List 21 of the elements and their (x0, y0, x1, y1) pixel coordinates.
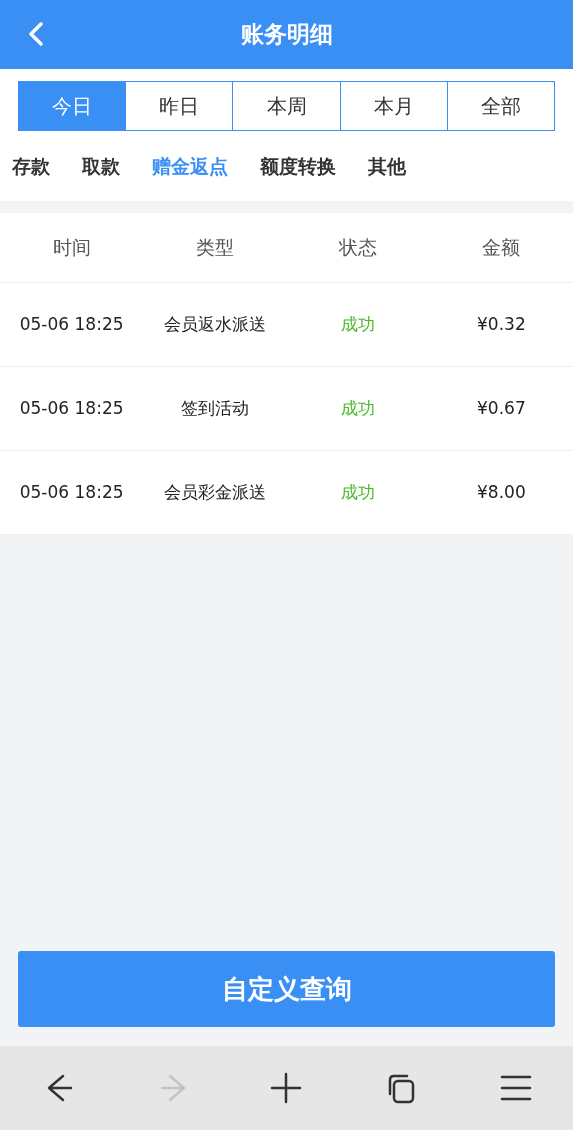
table-cell-text: ¥0.67 (477, 396, 526, 420)
table-cell-text: 会员彩金派送 (163, 480, 266, 504)
category-tab[interactable]: 其他 (368, 151, 406, 181)
table-cell-text: ¥8.00 (477, 480, 526, 504)
table-cell-text: 05-06 18:25 (19, 312, 124, 336)
status-text: 成功 (341, 480, 376, 504)
table-cell-text: 会员返水派送 (163, 312, 266, 336)
column-header: 金额 (482, 235, 521, 261)
table-cell-text: 05-06 18:25 (19, 480, 124, 504)
page-title: 账务明细 (240, 20, 333, 50)
column-header: 状态 (339, 235, 378, 261)
category-tab[interactable]: 额度转换 (260, 151, 336, 181)
category-tab[interactable]: 取款 (82, 151, 120, 181)
category-tab[interactable]: 存款 (12, 151, 50, 181)
table-cell-text: ¥0.32 (477, 312, 526, 336)
column-header: 时间 (52, 235, 91, 261)
table-cell-text: 签到活动 (180, 396, 249, 420)
column-header: 类型 (195, 235, 234, 261)
table-cell-text: 05-06 18:25 (19, 396, 124, 420)
status-text: 成功 (341, 396, 376, 420)
status-text: 成功 (341, 312, 376, 336)
